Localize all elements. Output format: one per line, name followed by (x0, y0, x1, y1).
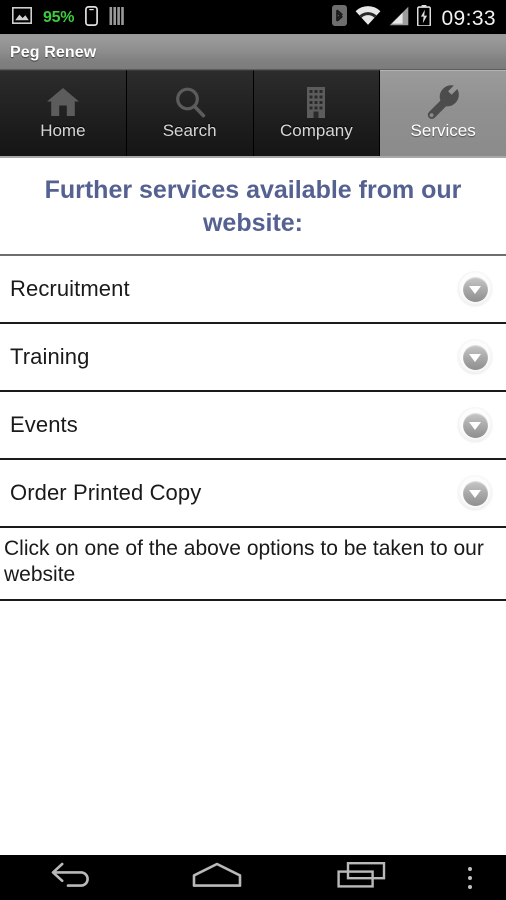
signal-bars-icon (109, 6, 126, 30)
status-bar-left-icons: 95% (12, 5, 126, 31)
list-item-training[interactable]: Training (0, 324, 506, 392)
list-item-recruitment[interactable]: Recruitment (0, 256, 506, 324)
back-icon (49, 861, 95, 894)
nav-home-button[interactable] (145, 855, 290, 900)
tab-company[interactable]: Company (253, 70, 381, 156)
instruction-text: Click on one of the above options to be … (0, 528, 506, 601)
tab-services[interactable]: Services (380, 70, 506, 156)
services-option-list: Recruitment Training Events Order Printe… (0, 256, 506, 528)
overflow-menu-icon (468, 864, 473, 891)
tab-home[interactable]: Home (0, 70, 127, 156)
image-icon (12, 7, 32, 29)
wifi-icon (355, 5, 381, 31)
list-item-events[interactable]: Events (0, 392, 506, 460)
app-title: Peg Renew (10, 43, 97, 61)
nav-recent-apps-button[interactable] (289, 855, 434, 900)
status-bar-right-icons: 09:33 (332, 5, 496, 31)
sim-card-icon (85, 5, 99, 31)
chevron-down-icon[interactable] (458, 272, 492, 306)
search-icon (173, 84, 207, 120)
nav-back-button[interactable] (0, 855, 145, 900)
chevron-down-icon[interactable] (458, 340, 492, 374)
app-title-bar: Peg Renew (0, 36, 506, 70)
wrench-icon (425, 84, 461, 120)
tab-search[interactable]: Search (126, 70, 254, 156)
chevron-down-icon[interactable] (458, 408, 492, 442)
tab-label-home: Home (40, 121, 86, 140)
page-title: Further services available from our webs… (0, 158, 506, 256)
main-content: Further services available from our webs… (0, 158, 506, 855)
home-icon (46, 84, 80, 120)
tab-label-services: Services (410, 121, 476, 140)
status-bar-clock: 09:33 (441, 6, 496, 30)
home-icon (190, 861, 244, 894)
option-label: Events (10, 412, 78, 437)
tab-bar: Home Search Company Services (0, 70, 506, 158)
building-icon (301, 84, 331, 120)
chevron-down-icon[interactable] (458, 476, 492, 510)
list-item-order-printed-copy[interactable]: Order Printed Copy (0, 460, 506, 528)
battery-percent-label: 95% (43, 9, 75, 26)
nav-overflow-menu-button[interactable] (434, 855, 506, 900)
status-bar: 95% 09:33 (0, 0, 506, 36)
cellular-signal-icon (389, 6, 409, 31)
recent-apps-icon (336, 861, 388, 894)
tab-label-company: Company (279, 121, 353, 140)
android-screen: 95% 09:33 Peg Renew Home Search Company … (0, 0, 506, 900)
option-label: Order Printed Copy (10, 480, 202, 505)
bluetooth-icon (332, 5, 348, 31)
empty-content-area (0, 600, 506, 855)
battery-charging-icon (417, 5, 432, 31)
option-label: Training (10, 344, 90, 369)
option-label: Recruitment (10, 276, 130, 301)
tab-label-search: Search (162, 121, 217, 140)
system-navigation-bar (0, 855, 506, 900)
